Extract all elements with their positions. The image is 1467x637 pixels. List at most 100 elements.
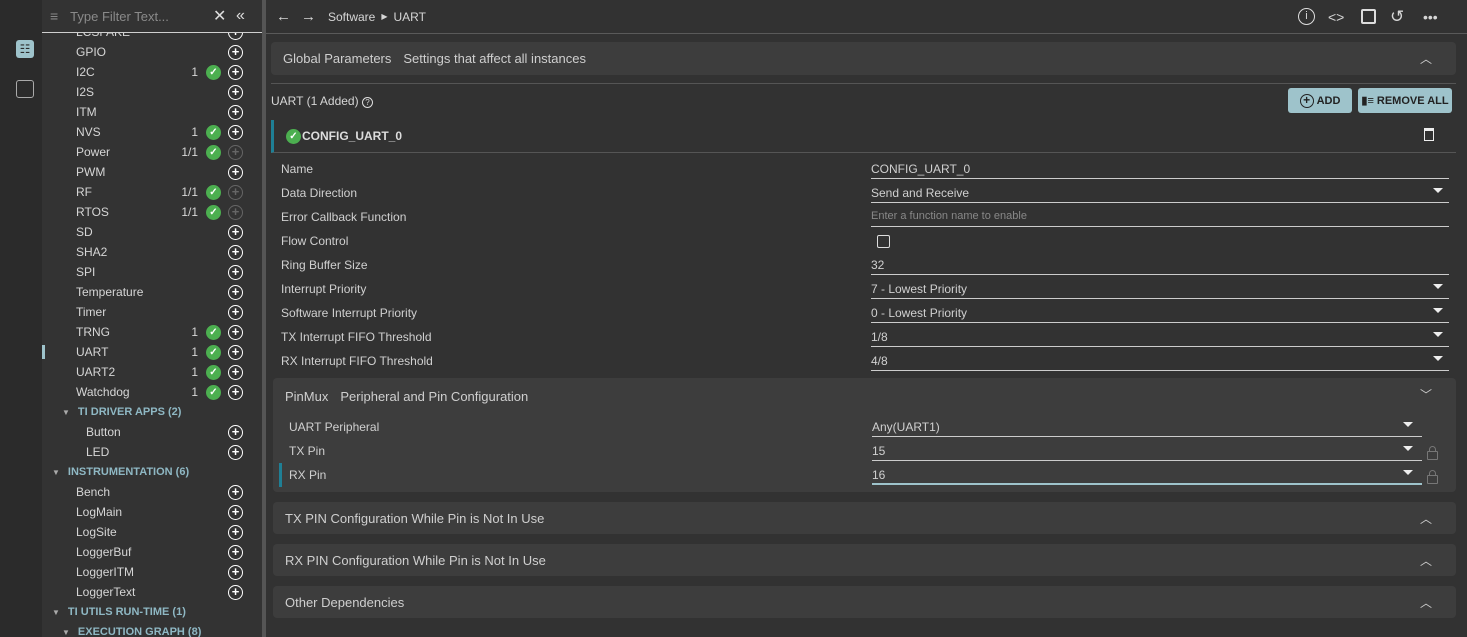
sidebar-item-logmain[interactable]: LogMain + [42,502,262,522]
sidebar-item-logsite[interactable]: LogSite + [42,522,262,542]
error-callback-function-input[interactable]: Enter a function name to enable [871,207,1449,227]
software-interrupt-priority-select[interactable]: 0 - Lowest Priority [871,303,1449,323]
dropdown-arrow-icon[interactable] [1433,188,1443,193]
interrupt-priority-select[interactable]: 7 - Lowest Priority [871,279,1449,299]
add-icon[interactable]: + [228,544,243,560]
sidebar-item-button[interactable]: Button + [42,422,262,442]
add-icon[interactable]: + [228,584,243,600]
chevron-up-icon[interactable]: ︿ [1420,510,1432,527]
add-icon[interactable]: + [228,284,243,300]
add-icon[interactable]: + [228,224,243,240]
data-direction-select[interactable]: Send and Receive [871,183,1449,203]
add-icon[interactable]: + [228,64,243,80]
dropdown-arrow-icon[interactable] [1433,308,1443,313]
add-icon[interactable]: + [228,504,243,520]
more-icon[interactable]: ••• [1423,9,1438,25]
dropdown-arrow-icon[interactable] [1433,332,1443,337]
add-icon[interactable]: + [228,124,243,140]
add-icon[interactable]: + [228,244,243,260]
add-icon[interactable]: + [228,104,243,120]
tx-pin-select[interactable]: 15 [872,441,1422,461]
sidebar-item-nvs[interactable]: NVS 1 ✓ + [42,122,262,142]
history-icon[interactable]: ↺ [1390,7,1404,27]
flow-control-checkbox[interactable] [877,235,890,248]
sidebar-item-i2c[interactable]: I2C 1 ✓ + [42,62,262,82]
dropdown-arrow-icon[interactable] [1403,422,1413,427]
software-view-icon[interactable]: ☷ [16,40,34,58]
rx-pin-select[interactable]: 16 [872,465,1422,485]
section-rx-pin-configuration-while-pin-is-not-in-use[interactable]: RX PIN Configuration While Pin is Not In… [273,544,1456,576]
add-icon[interactable]: + [228,524,243,540]
sidebar-item-rf[interactable]: RF 1/1 ✓ + [42,182,262,202]
chip-icon[interactable] [1361,9,1376,24]
group-ti-utils-run-time-1[interactable]: ▼ TI UTILS RUN-TIME (1) [52,603,186,621]
lock-icon[interactable] [1427,470,1438,484]
sidebar-item-loggertext[interactable]: LoggerText + [42,582,262,602]
collapse-sidebar-icon[interactable]: « [236,7,245,25]
add-icon[interactable]: + [228,444,243,460]
section-tx-pin-configuration-while-pin-is-not-in-use[interactable]: TX PIN Configuration While Pin is Not In… [273,502,1456,534]
uart-peripheral-select[interactable]: Any(UART1) [872,417,1422,437]
add-icon[interactable]: + [228,304,243,320]
breadcrumb-software[interactable]: Software [328,10,375,24]
chevron-up-icon[interactable]: ︿ [1420,50,1432,67]
add-icon[interactable]: + [228,184,243,200]
chevron-down-icon[interactable]: ﹀ [1420,386,1432,403]
add-icon[interactable]: + [228,84,243,100]
dropdown-arrow-icon[interactable] [1433,356,1443,361]
clear-filter-icon[interactable]: ✕ [213,6,226,26]
sidebar-item-power[interactable]: Power 1/1 ✓ + [42,142,262,162]
code-view-icon[interactable]: <> [1328,9,1344,25]
group-instrumentation-6[interactable]: ▼ INSTRUMENTATION (6) [52,463,189,481]
name-input[interactable]: CONFIG_UART_0 [871,159,1449,179]
sidebar-splitter[interactable] [262,0,266,637]
chevron-up-icon[interactable]: ︿ [1420,594,1432,611]
info-icon[interactable]: i [1298,8,1315,25]
add-icon[interactable]: + [228,144,243,160]
add-button[interactable]: + ADD [1288,88,1352,113]
tx-interrupt-fifo-threshold-select[interactable]: 1/8 [871,327,1449,347]
add-icon[interactable]: + [228,324,243,340]
back-icon[interactable]: ← [276,8,291,25]
chevron-up-icon[interactable]: ︿ [1420,552,1432,569]
add-icon[interactable]: + [228,204,243,220]
sidebar-item-itm[interactable]: ITM + [42,102,262,122]
sidebar-item-uart2[interactable]: UART2 1 ✓ + [42,362,262,382]
group-ti-driver-apps-2[interactable]: ▼ TI DRIVER APPS (2) [62,403,181,421]
remove-all-button[interactable]: ▮≡ REMOVE ALL [1358,88,1452,113]
filter-input[interactable] [70,8,201,24]
sidebar-item-gpio[interactable]: GPIO + [42,42,262,62]
add-icon[interactable]: + [228,484,243,500]
dropdown-arrow-icon[interactable] [1433,284,1443,289]
add-icon[interactable]: + [228,364,243,380]
sidebar-item-loggeritm[interactable]: LoggerITM + [42,562,262,582]
delete-instance-icon[interactable] [1424,128,1434,141]
sidebar-item-uart[interactable]: UART 1 ✓ + [42,342,262,362]
add-icon[interactable]: + [228,384,243,400]
sidebar-item-sha2[interactable]: SHA2 + [42,242,262,262]
instance-row[interactable]: ✓ CONFIG_UART_0 [271,120,1456,153]
lock-icon[interactable] [1427,446,1438,460]
ring-buffer-size-input[interactable]: 32 [871,255,1449,275]
sidebar-item-loggerbuf[interactable]: LoggerBuf + [42,542,262,562]
dropdown-arrow-icon[interactable] [1403,446,1413,451]
sidebar-item-watchdog[interactable]: Watchdog 1 ✓ + [42,382,262,402]
global-parameters-panel[interactable]: Global Parameters Settings that affect a… [271,42,1456,75]
sidebar-item-pwm[interactable]: PWM + [42,162,262,182]
sidebar-item-i2s[interactable]: I2S + [42,82,262,102]
sidebar-item-sd[interactable]: SD + [42,222,262,242]
forward-icon[interactable]: → [301,8,316,25]
group-execution-graph-8[interactable]: ▼ EXECUTION GRAPH (8) [62,623,201,637]
rx-interrupt-fifo-threshold-select[interactable]: 4/8 [871,351,1449,371]
add-icon[interactable]: + [228,424,243,440]
sidebar-item-bench[interactable]: Bench + [42,482,262,502]
add-icon[interactable]: + [228,344,243,360]
sidebar-item-rtos[interactable]: RTOS 1/1 ✓ + [42,202,262,222]
sidebar-item-trng[interactable]: TRNG 1 ✓ + [42,322,262,342]
add-icon[interactable]: + [228,564,243,580]
calculator-icon[interactable] [16,80,34,98]
help-icon[interactable]: ? [361,97,373,108]
dropdown-arrow-icon[interactable] [1403,470,1413,475]
sidebar-item-led[interactable]: LED + [42,442,262,462]
sidebar-item-spi[interactable]: SPI + [42,262,262,282]
